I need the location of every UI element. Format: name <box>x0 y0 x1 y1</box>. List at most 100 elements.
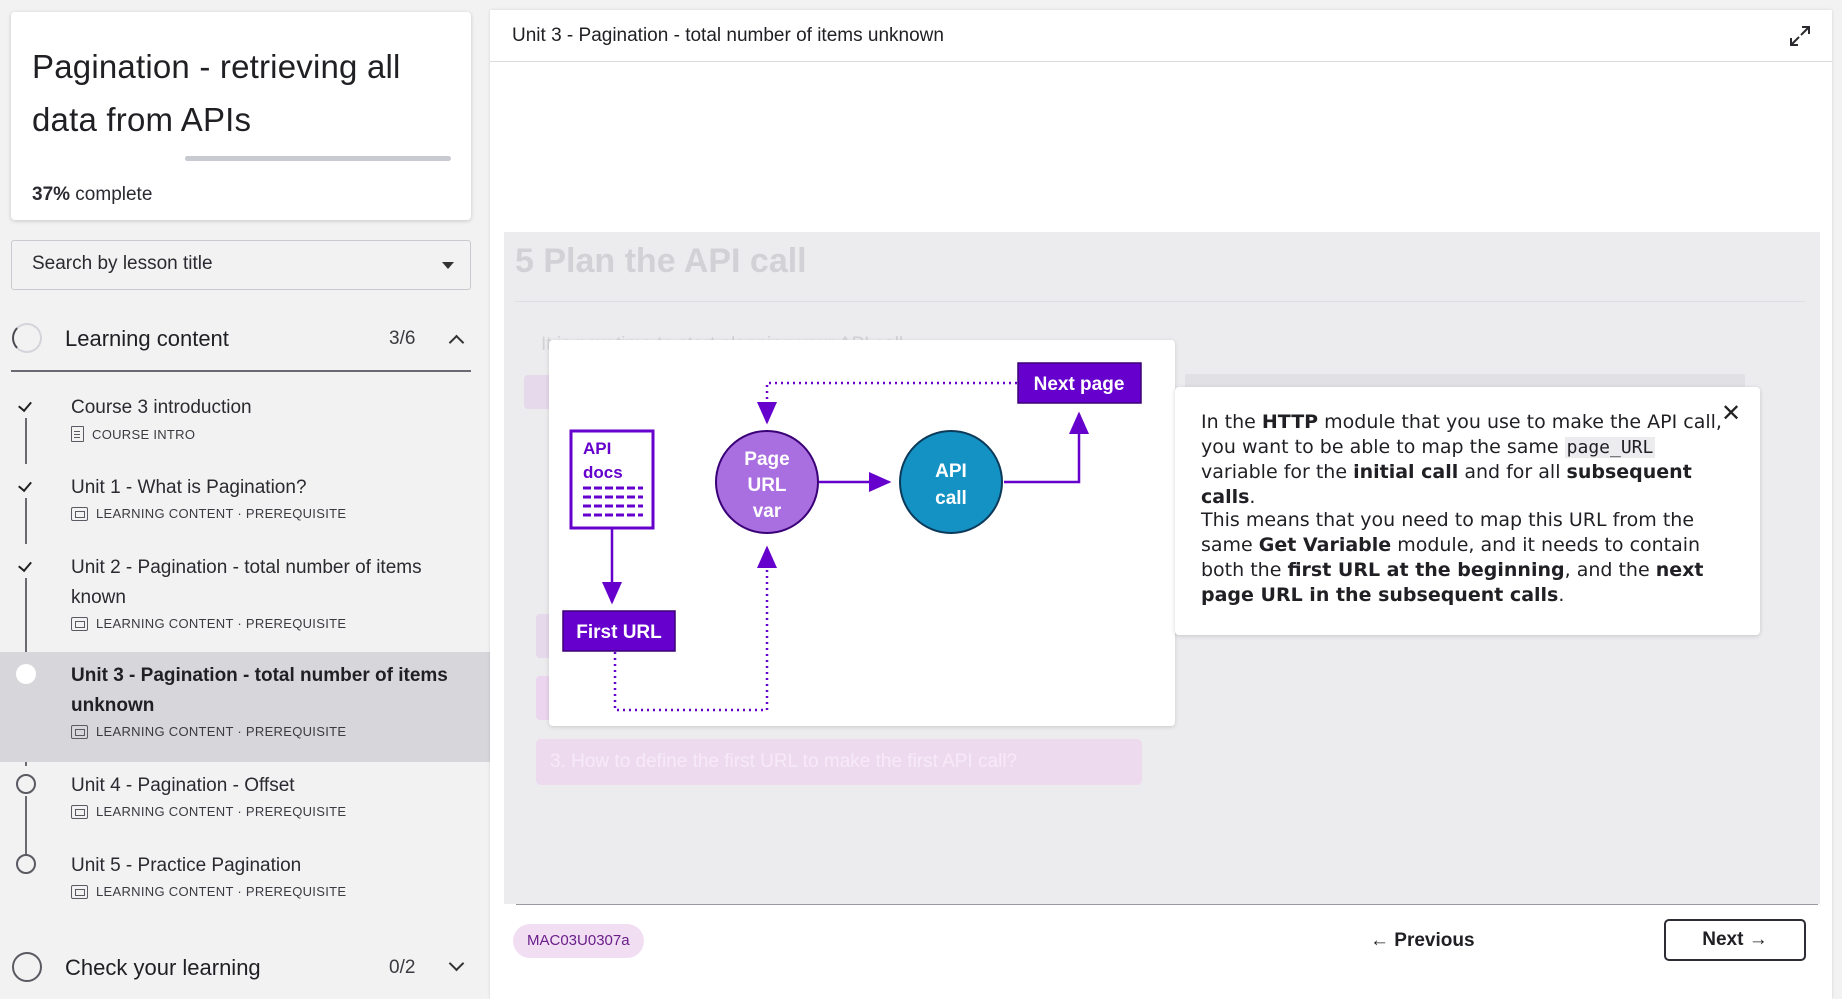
chevron-down-icon[interactable] <box>448 955 465 972</box>
progress-bar <box>185 156 451 161</box>
api-call-node: API call <box>899 430 1003 534</box>
checkmark-icon <box>16 396 36 416</box>
tip-text: variable for the <box>1201 461 1354 483</box>
lesson-meta: COURSE INTRO <box>71 426 195 442</box>
explanation-tooltip: ✕ In the HTTP module that you use to mak… <box>1175 387 1760 635</box>
lesson-meta-text: COURSE INTRO <box>92 426 196 442</box>
lesson-title: Unit 2 - Pagination - total number of it… <box>71 557 422 608</box>
presentation-icon <box>71 804 88 819</box>
lesson-header: Unit 3 - Pagination - total number of it… <box>490 10 1832 62</box>
progress-text: 37% complete <box>32 184 152 206</box>
checkmark-icon <box>16 476 36 496</box>
tip-code: page_URL <box>1564 437 1656 458</box>
api-call-label-2: call <box>935 488 967 509</box>
lesson-header-title: Unit 3 - Pagination - total number of it… <box>512 25 944 46</box>
lesson-unit-1[interactable]: Unit 1 - What is Pagination? LEARNING CO… <box>0 468 490 548</box>
arrow-api-call-to-next-page <box>1004 411 1089 484</box>
course-title-line-2: data from APIs <box>32 101 252 138</box>
lesson-course-intro[interactable]: Course 3 introduction COURSE INTRO <box>0 388 490 468</box>
section-divider <box>11 370 471 372</box>
lesson-meta: LEARNING CONTENT · PREREQUISITE <box>71 884 346 899</box>
section-progress-ring-icon <box>12 323 42 353</box>
tip-bold: HTTP <box>1261 411 1319 433</box>
lesson-unit-3-current[interactable]: Unit 3 - Pagination - total number of it… <box>0 652 490 762</box>
step-heading: 5 Plan the API call <box>515 242 807 280</box>
lesson-title: Unit 3 - Pagination - total number of it… <box>71 665 448 716</box>
chevron-up-icon[interactable] <box>448 334 465 351</box>
previous-button[interactable]: ← Previous <box>1370 930 1475 952</box>
tip-text: In the <box>1201 411 1262 433</box>
pagination-flow-diagram: API docs First URL Page URL var API call… <box>549 340 1175 726</box>
first-url-label: First URL <box>576 622 662 643</box>
lesson-search-dropdown[interactable] <box>11 240 471 290</box>
lesson-code-badge: MAC03U0307a <box>513 924 644 958</box>
progress-bar-fill <box>185 156 284 161</box>
page-url-label-3: var <box>753 501 782 522</box>
lesson-title: Unit 4 - Pagination - Offset <box>71 775 295 796</box>
lesson-meta-text: LEARNING CONTENT · PREREQUISITE <box>96 616 347 631</box>
course-progress-card: Pagination - retrieving all data from AP… <box>11 12 471 220</box>
diagram-canvas: API docs First URL Page URL var API call… <box>562 362 1142 712</box>
page-url-var-node: Page URL var <box>715 430 819 534</box>
lesson-meta-text: LEARNING CONTENT · PREREQUISITE <box>96 804 347 819</box>
lesson-title: Unit 5 - Practice Pagination <box>71 855 302 876</box>
section-label: Learning content <box>65 326 229 351</box>
next-button[interactable]: Next → <box>1664 919 1806 961</box>
lesson-meta: LEARNING CONTENT · PREREQUISITE <box>71 804 346 819</box>
caret-down-icon[interactable] <box>442 262 454 269</box>
document-icon <box>71 426 84 442</box>
api-docs-label-2: docs <box>583 463 623 482</box>
not-started-circle-icon <box>16 854 36 874</box>
dotted-arrow-next-page-to-var <box>757 381 1017 425</box>
not-started-circle-icon <box>16 774 36 794</box>
footer-divider <box>516 904 1818 905</box>
lesson-unit-5[interactable]: Unit 5 - Practice Pagination LEARNING CO… <box>0 842 490 922</box>
page-url-label-1: Page <box>744 449 789 470</box>
api-docs-node: API docs <box>569 429 655 530</box>
course-sidebar: Pagination - retrieving all data from AP… <box>0 0 490 999</box>
expand-fullscreen-icon[interactable] <box>1788 24 1812 48</box>
question-3-text: 3. How to define the first URL to make t… <box>550 751 1018 772</box>
heading-divider <box>515 301 1805 302</box>
presentation-icon <box>71 506 88 521</box>
next-page-node: Next page <box>1017 362 1142 404</box>
lesson-meta-text: LEARNING CONTENT · PREREQUISITE <box>96 506 347 521</box>
lesson-unit-2[interactable]: Unit 2 - Pagination - total number of it… <box>0 548 490 652</box>
section-count: 0/2 <box>389 957 416 978</box>
api-call-label-1: API <box>935 461 967 482</box>
progress-percent: 37% <box>32 184 71 205</box>
lesson-unit-4[interactable]: Unit 4 - Pagination - Offset LEARNING CO… <box>0 762 490 842</box>
lesson-meta: LEARNING CONTENT · PREREQUISITE <box>71 724 346 739</box>
tip-text: . <box>1558 584 1565 606</box>
next-page-label: Next page <box>1034 374 1125 395</box>
section-label: Check your learning <box>65 955 261 980</box>
lesson-meta-text: LEARNING CONTENT · PREREQUISITE <box>96 724 347 739</box>
section-progress-ring-icon <box>12 952 42 982</box>
progress-suffix: complete <box>70 184 153 205</box>
course-title-line-1: Pagination - retrieving all <box>32 48 401 85</box>
tip-text: , and the <box>1564 559 1656 581</box>
question-3-button[interactable]: 3. How to define the first URL to make t… <box>536 739 1142 785</box>
lesson-meta: LEARNING CONTENT · PREREQUISITE <box>71 506 346 521</box>
lesson-meta-text: LEARNING CONTENT · PREREQUISITE <box>96 884 347 899</box>
course-title: Pagination - retrieving all data from AP… <box>32 40 452 146</box>
tip-bold: initial call <box>1353 461 1459 483</box>
current-lesson-dot-icon <box>16 664 36 684</box>
lesson-title: Unit 1 - What is Pagination? <box>71 477 307 498</box>
api-docs-label-1: API <box>583 439 611 458</box>
tip-text: . <box>1249 486 1256 508</box>
checkmark-icon <box>16 556 36 576</box>
search-input[interactable] <box>32 253 412 275</box>
first-url-node: First URL <box>562 610 676 652</box>
tooltip-paragraph-1: In the HTTP module that you use to make … <box>1201 410 1731 510</box>
section-learning-content[interactable]: Learning content 3/6 <box>11 310 471 368</box>
lesson-meta: LEARNING CONTENT · PREREQUISITE <box>71 616 346 631</box>
presentation-icon <box>71 724 88 739</box>
section-check-your-learning[interactable]: Check your learning 0/2 <box>11 939 471 997</box>
tip-text: and for all <box>1458 461 1567 483</box>
section-count: 3/6 <box>389 328 416 349</box>
presentation-icon <box>71 884 88 899</box>
page-url-label-2: URL <box>747 475 786 496</box>
tooltip-paragraph-2: This means that you need to map this URL… <box>1201 508 1731 608</box>
lesson-title: Course 3 introduction <box>71 397 252 418</box>
